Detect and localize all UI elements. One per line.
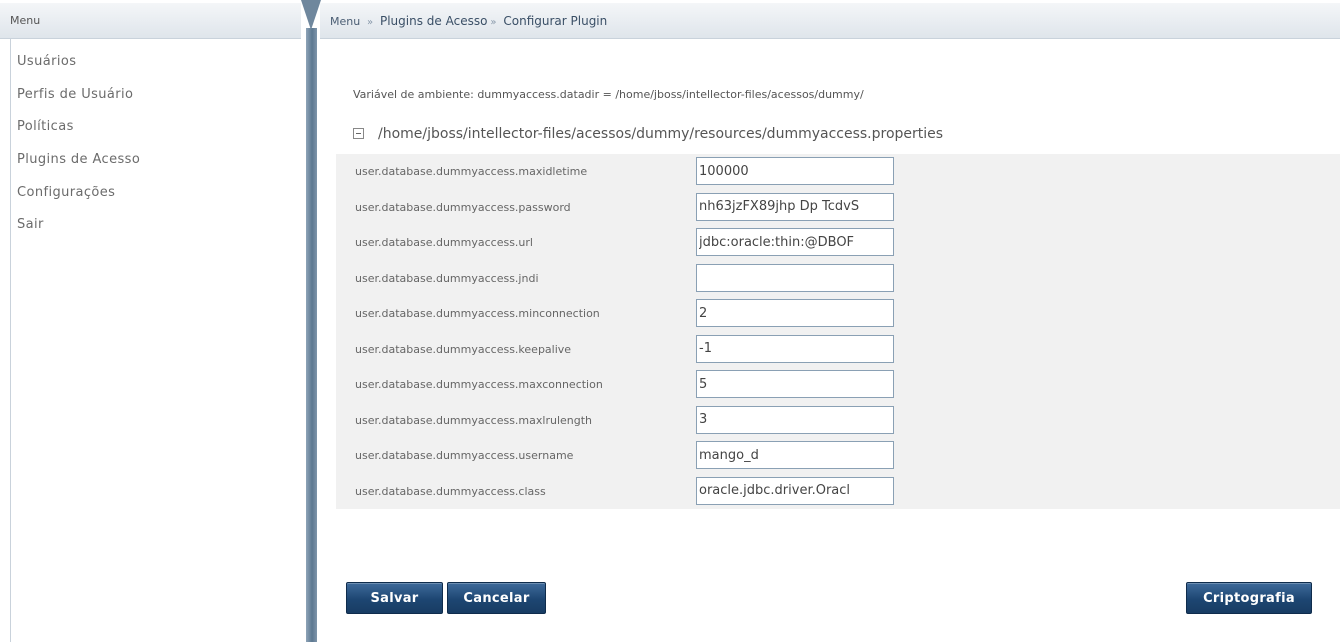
property-input[interactable] <box>696 370 894 398</box>
sidebar-header: Menu <box>0 3 301 39</box>
breadcrumb-current: Configurar Plugin <box>503 14 608 28</box>
divider-bar <box>306 28 317 642</box>
sidebar: Menu Usuários Perfis de Usuário Política… <box>0 0 301 642</box>
breadcrumb-item[interactable]: Plugins de Acesso <box>380 14 487 28</box>
property-input[interactable] <box>696 263 894 292</box>
property-row: user.database.dummyaccess.maxidletime <box>336 154 1340 190</box>
property-row: user.database.dummyaccess.password <box>336 190 1340 226</box>
sidebar-item-plugins[interactable]: Plugins de Acesso <box>17 152 140 167</box>
property-input[interactable] <box>696 334 894 363</box>
panel-divider[interactable] <box>301 0 321 642</box>
sidebar-item-perfis[interactable]: Perfis de Usuário <box>17 87 133 102</box>
cancel-button[interactable]: Cancelar <box>447 582 546 614</box>
property-label: user.database.dummyaccess.maxconnection <box>355 378 603 391</box>
sidebar-item-sair[interactable]: Sair <box>17 217 44 232</box>
property-input[interactable] <box>696 192 894 221</box>
property-row: user.database.dummyaccess.maxlrulength <box>336 403 1340 439</box>
breadcrumb-separator: » <box>490 17 497 28</box>
property-input[interactable] <box>696 441 894 469</box>
breadcrumb-separator: » <box>367 17 374 28</box>
property-input[interactable] <box>696 228 894 256</box>
property-input[interactable] <box>696 405 894 434</box>
property-label: user.database.dummyaccess.minconnection <box>355 307 600 320</box>
property-label: user.database.dummyaccess.maxlrulength <box>355 413 593 427</box>
property-label: user.database.dummyaccess.maxidletime <box>355 165 588 178</box>
env-variable-text: Variável de ambiente: dummyaccess.datadi… <box>353 88 864 101</box>
property-label: user.database.dummyaccess.class <box>355 484 546 498</box>
property-label: user.database.dummyaccess.keepalive <box>355 342 572 356</box>
property-input[interactable] <box>696 299 894 327</box>
sidebar-item-configuracoes[interactable]: Configurações <box>17 185 115 200</box>
property-row: user.database.dummyaccess.username <box>336 438 1340 474</box>
property-label: user.database.dummyaccess.jndi <box>355 271 539 285</box>
property-row: user.database.dummyaccess.class <box>336 474 1340 510</box>
sidebar-item-usuarios[interactable]: Usuários <box>17 54 76 69</box>
property-row: user.database.dummyaccess.url <box>336 225 1340 261</box>
sidebar-item-politicas[interactable]: Políticas <box>17 119 74 134</box>
properties-file-path: /home/jboss/intellector-files/acessos/du… <box>378 126 944 142</box>
property-label: user.database.dummyaccess.url <box>355 236 533 249</box>
property-row: user.database.dummyaccess.keepalive <box>336 332 1340 368</box>
collapse-icon[interactable] <box>353 128 364 139</box>
property-input[interactable] <box>696 157 894 185</box>
property-label: user.database.dummyaccess.password <box>355 200 571 214</box>
properties-file-header[interactable]: /home/jboss/intellector-files/acessos/du… <box>353 126 943 142</box>
property-row: user.database.dummyaccess.maxconnection <box>336 367 1340 403</box>
save-button[interactable]: Salvar <box>346 582 443 614</box>
properties-panel: user.database.dummyaccess.maxidletime us… <box>336 154 1340 509</box>
property-label: user.database.dummyaccess.username <box>355 449 574 462</box>
property-row: user.database.dummyaccess.minconnection <box>336 296 1340 332</box>
encrypt-button[interactable]: Criptografia <box>1186 582 1312 614</box>
property-input[interactable] <box>696 476 894 505</box>
breadcrumb-root[interactable]: Menu <box>330 15 360 28</box>
breadcrumb: Menu » Plugins de Acesso» Configurar Plu… <box>320 3 1340 39</box>
property-row: user.database.dummyaccess.jndi <box>336 261 1340 297</box>
collapse-arrow-icon[interactable] <box>301 0 321 30</box>
